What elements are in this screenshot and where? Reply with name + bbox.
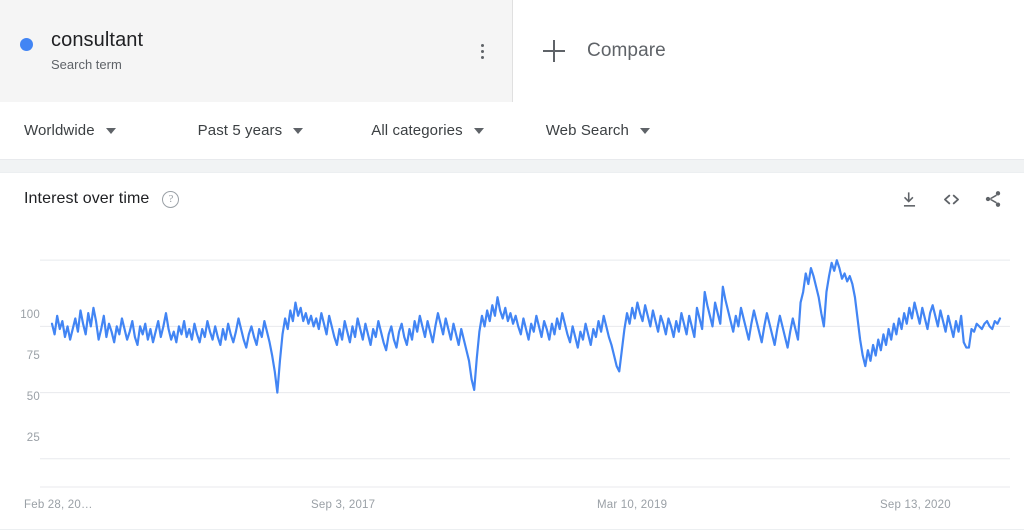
filter-time-range[interactable]: Past 5 years bbox=[198, 122, 304, 139]
chart-canvas bbox=[40, 259, 1010, 488]
x-axis-tick-3: Sep 13, 2020 bbox=[880, 499, 951, 511]
chevron-down-icon bbox=[293, 127, 304, 134]
card-title: Interest over time bbox=[24, 190, 150, 207]
help-circle-icon[interactable]: ? bbox=[162, 190, 180, 208]
download-icon[interactable] bbox=[898, 188, 920, 210]
filter-category[interactable]: All categories bbox=[371, 122, 484, 139]
search-term-name: consultant bbox=[51, 29, 144, 51]
more-vert-icon[interactable] bbox=[470, 39, 494, 63]
chevron-down-icon bbox=[105, 127, 116, 134]
more-dot bbox=[480, 49, 484, 53]
interest-over-time-chart[interactable]: 100 75 50 25 Feb 28, 20… Sep 3, 2017 Mar… bbox=[0, 225, 1024, 525]
search-term-bar: consultant Search term Compare bbox=[0, 0, 1024, 102]
search-term-card[interactable]: consultant Search term bbox=[0, 0, 513, 102]
filter-search-type[interactable]: Web Search bbox=[546, 122, 650, 139]
filter-location[interactable]: Worldwide bbox=[24, 122, 116, 139]
interest-over-time-card: Interest over time ? 100 75 50 25 Feb 28… bbox=[0, 172, 1024, 530]
y-axis-tick-100: 100 bbox=[20, 309, 40, 321]
chart-gridlines bbox=[40, 259, 1010, 488]
y-axis-tick-75: 75 bbox=[26, 350, 40, 362]
filter-category-label: All categories bbox=[371, 122, 463, 139]
card-header-actions bbox=[898, 188, 1004, 210]
search-term-type: Search term bbox=[51, 57, 122, 72]
y-axis-tick-25: 25 bbox=[26, 432, 40, 444]
share-icon[interactable] bbox=[982, 188, 1004, 210]
embed-code-icon[interactable] bbox=[940, 188, 962, 210]
compare-button[interactable]: Compare bbox=[513, 0, 1024, 102]
chevron-down-icon bbox=[473, 127, 484, 134]
filter-location-label: Worldwide bbox=[24, 122, 95, 139]
filter-search-type-label: Web Search bbox=[545, 122, 629, 139]
page-body: Interest over time ? 100 75 50 25 Feb 28… bbox=[0, 160, 1024, 530]
card-header-left: Interest over time ? bbox=[24, 190, 180, 208]
filter-time-range-label: Past 5 years bbox=[197, 122, 283, 139]
x-axis-tick-0: Feb 28, 20… bbox=[24, 499, 93, 511]
series-color-dot bbox=[20, 37, 33, 51]
compare-label: Compare bbox=[587, 40, 666, 61]
plus-icon bbox=[543, 40, 565, 62]
search-term-texts: consultant Search term bbox=[51, 27, 143, 75]
more-dot bbox=[480, 43, 484, 47]
card-header: Interest over time ? bbox=[0, 173, 1024, 225]
chevron-down-icon bbox=[639, 127, 650, 134]
y-axis-tick-50: 50 bbox=[26, 391, 40, 403]
x-axis-tick-1: Sep 3, 2017 bbox=[311, 499, 376, 511]
x-axis-tick-2: Mar 10, 2019 bbox=[597, 499, 668, 511]
more-dot bbox=[480, 55, 484, 59]
chart-line-series-consultant bbox=[50, 259, 1002, 394]
filter-bar: Worldwide Past 5 years All categories We… bbox=[0, 102, 1024, 160]
